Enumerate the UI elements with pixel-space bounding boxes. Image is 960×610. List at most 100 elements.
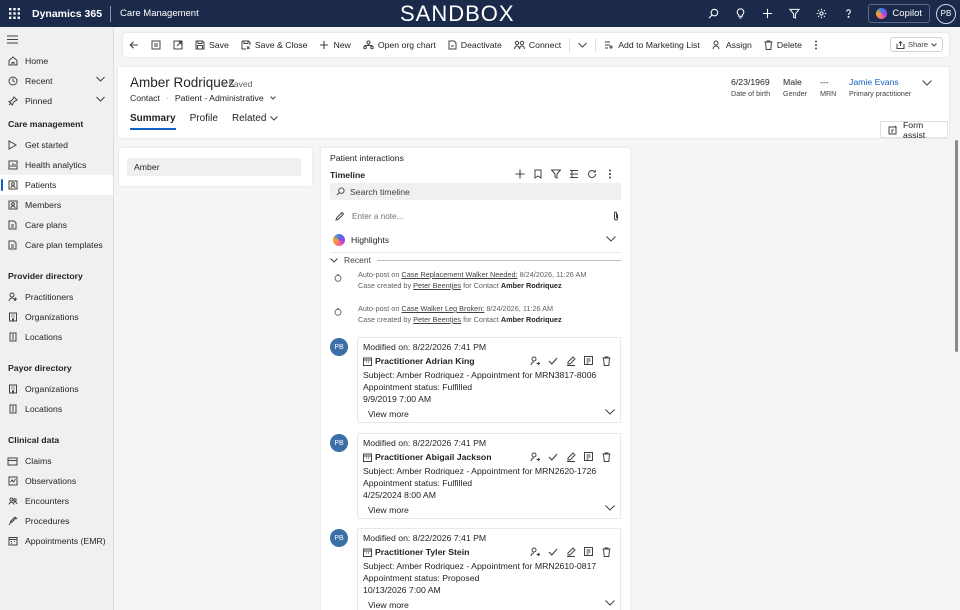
nav-item-health-analytics[interactable]: Health analytics xyxy=(0,155,113,175)
trash-icon[interactable] xyxy=(601,451,612,462)
bookmark-icon[interactable] xyxy=(532,168,544,180)
author-link[interactable]: Peter Beentjes xyxy=(413,281,461,290)
deactivate-button[interactable]: Deactivate xyxy=(442,33,508,57)
save-close-button[interactable]: Save & Close xyxy=(235,33,314,57)
copilot-button[interactable]: Copilot xyxy=(868,4,930,23)
open-new-window-button[interactable] xyxy=(167,33,189,57)
view-more-link[interactable]: View more xyxy=(368,505,409,515)
checkmark-icon[interactable] xyxy=(547,546,558,557)
chevron-down-icon[interactable] xyxy=(605,409,615,415)
trash-icon[interactable] xyxy=(601,546,612,557)
tab-summary[interactable]: Summary xyxy=(130,113,176,130)
refresh-icon[interactable] xyxy=(586,168,598,180)
nav-label: Recent xyxy=(25,76,53,86)
app-launcher-icon[interactable] xyxy=(0,0,28,27)
form-selector[interactable]: Patient - Administrative xyxy=(175,93,264,103)
more-commands-button[interactable] xyxy=(808,33,824,57)
trash-icon[interactable] xyxy=(601,355,612,366)
paperclip-icon[interactable] xyxy=(613,211,619,221)
nav-item-claims[interactable]: Claims xyxy=(0,451,113,471)
nav-item-payor-locations[interactable]: Locations xyxy=(0,399,113,419)
chevron-down-icon[interactable] xyxy=(269,96,276,100)
case-link[interactable]: Case Walker Leg Broken: xyxy=(401,304,484,313)
edit-icon[interactable] xyxy=(565,546,576,557)
chevron-down-icon[interactable] xyxy=(96,76,105,82)
nav-item-care-plan-templates[interactable]: Care plan templates xyxy=(0,235,113,255)
form-view-button[interactable] xyxy=(145,33,167,57)
header-expand-chevron-icon[interactable] xyxy=(922,80,932,86)
chevron-down-icon[interactable] xyxy=(606,236,616,242)
nav-item-members[interactable]: Members xyxy=(0,195,113,215)
add-to-marketing-list-button[interactable]: Add to Marketing List xyxy=(598,33,706,57)
open-record-icon[interactable] xyxy=(583,355,594,366)
connect-button[interactable]: Connect xyxy=(508,33,567,57)
nav-item-patients[interactable]: Patients xyxy=(0,175,113,195)
assign-button[interactable]: Assign xyxy=(706,33,758,57)
author-link[interactable]: Peter Beentjes xyxy=(413,315,461,324)
nav-item-pinned[interactable]: Pinned xyxy=(0,91,113,111)
help-icon[interactable] xyxy=(835,0,862,27)
area-name[interactable]: Care Management xyxy=(111,8,199,19)
tab-profile[interactable]: Profile xyxy=(190,113,218,130)
open-org-chart-button[interactable]: Open org chart xyxy=(357,33,442,57)
activity-card[interactable]: Modified on: 8/22/2026 7:41 PM Practitio… xyxy=(357,337,621,423)
connect-dropdown-button[interactable] xyxy=(572,33,593,57)
back-button[interactable] xyxy=(123,33,145,57)
nav-item-organizations[interactable]: Organizations xyxy=(0,307,113,327)
chevron-down-icon[interactable] xyxy=(605,505,615,511)
delete-button[interactable]: Delete xyxy=(758,33,808,57)
nav-item-procedures[interactable]: Procedures xyxy=(0,511,113,531)
list-view-icon[interactable] xyxy=(568,168,580,180)
nav-item-appointments-emr[interactable]: Appointments (EMR) xyxy=(0,531,113,551)
section-title: Patient interactions xyxy=(330,153,404,163)
note-input[interactable]: Enter a note... xyxy=(330,208,621,224)
checkmark-icon[interactable] xyxy=(547,451,558,462)
nav-item-observations[interactable]: Observations xyxy=(0,471,113,491)
filter-icon[interactable] xyxy=(550,168,562,180)
edit-icon[interactable] xyxy=(565,355,576,366)
nav-item-encounters[interactable]: Encounters xyxy=(0,491,113,511)
nav-item-get-started[interactable]: Get started xyxy=(0,135,113,155)
case-link[interactable]: Case Replacement Walker Needed: xyxy=(401,270,517,279)
plus-icon[interactable] xyxy=(754,0,781,27)
recent-group-header[interactable]: Recent xyxy=(330,253,621,267)
open-record-icon[interactable] xyxy=(583,451,594,462)
share-button[interactable]: Share xyxy=(889,37,943,52)
nav-item-practitioners[interactable]: Practitioners xyxy=(0,287,113,307)
add-record-icon[interactable] xyxy=(514,168,526,180)
edit-icon[interactable] xyxy=(565,451,576,462)
activity-card[interactable]: Modified on: 8/22/2026 7:41 PM Practitio… xyxy=(357,433,621,519)
first-name-field[interactable]: Amber xyxy=(127,158,301,176)
hamburger-menu-button[interactable] xyxy=(0,29,113,49)
save-button[interactable]: Save xyxy=(189,33,235,57)
timeline-search-input[interactable]: Search timeline xyxy=(330,183,621,200)
highlights-row[interactable]: Highlights xyxy=(330,228,621,253)
tab-related[interactable]: Related xyxy=(232,113,279,130)
form-assist-button[interactable]: Form assist xyxy=(880,120,948,140)
nav-item-care-plans[interactable]: Care plans xyxy=(0,215,113,235)
assign-icon[interactable] xyxy=(529,451,540,462)
view-more-link[interactable]: View more xyxy=(368,409,409,419)
more-vertical-icon[interactable] xyxy=(604,168,616,180)
assign-icon[interactable] xyxy=(529,355,540,366)
nav-item-recent[interactable]: Recent xyxy=(0,71,113,91)
checkmark-icon[interactable] xyxy=(547,355,558,366)
chevron-down-icon[interactable] xyxy=(605,600,615,606)
assign-icon[interactable] xyxy=(529,546,540,557)
nav-item-home[interactable]: Home xyxy=(0,51,113,71)
lightbulb-icon[interactable] xyxy=(727,0,754,27)
chevron-down-icon[interactable] xyxy=(96,96,105,102)
primary-practitioner-link[interactable]: Jamie Evans xyxy=(849,77,911,87)
filter-icon[interactable] xyxy=(781,0,808,27)
new-button[interactable]: New xyxy=(313,33,356,57)
view-more-link[interactable]: View more xyxy=(368,600,409,610)
search-icon[interactable] xyxy=(700,0,727,27)
user-avatar[interactable]: PB xyxy=(936,3,956,24)
gear-icon[interactable] xyxy=(808,0,835,27)
nav-item-payor-organizations[interactable]: Organizations xyxy=(0,379,113,399)
app-name[interactable]: Dynamics 365 xyxy=(28,8,110,20)
open-record-icon[interactable] xyxy=(583,546,594,557)
activity-card[interactable]: Modified on: 8/22/2026 7:41 PM Practitio… xyxy=(357,528,621,610)
page-scrollbar[interactable] xyxy=(955,140,958,352)
nav-item-locations[interactable]: Locations xyxy=(0,327,113,347)
